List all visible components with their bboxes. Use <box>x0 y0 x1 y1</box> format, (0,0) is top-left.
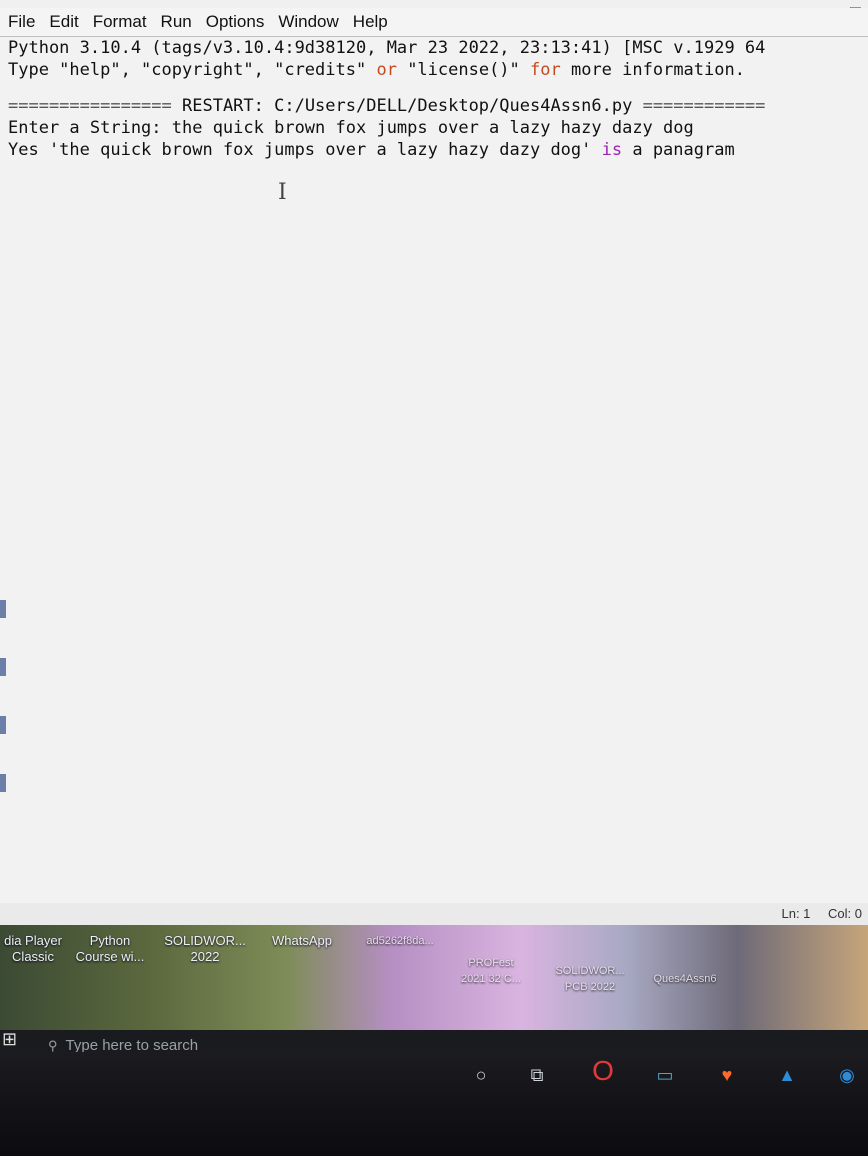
desktop-icon-python-course[interactable]: Python Course wi... <box>70 933 150 965</box>
banner-text: "license()" <box>396 60 531 80</box>
restart-line: ================ RESTART: C:/Users/DELL/… <box>8 95 868 117</box>
desktop-icon-whatsapp[interactable]: WhatsApp <box>262 933 342 949</box>
banner-text: more information. <box>560 60 745 80</box>
banner-text: Type "help", "copyright", "credits" <box>8 60 377 80</box>
output-line: Yes 'the quick brown fox jumps over a la… <box>8 139 868 161</box>
output-text: a panagram <box>622 140 735 160</box>
start-icon[interactable]: ⊞ <box>2 1029 17 1050</box>
desktop-icon-solidworks[interactable]: SOLIDWOR... 2022 <box>160 933 250 965</box>
idle-shell-window: — ☐ File Edit Format Run Options Window … <box>0 0 868 925</box>
restart-rule-left: ================ <box>8 96 172 116</box>
chat-icon[interactable]: ◉ <box>834 1062 860 1088</box>
cortana-icon[interactable]: ○ <box>468 1062 494 1088</box>
desktop-icon-profest[interactable]: PROFest 2021 32 C... <box>448 955 534 987</box>
banner-line: Python 3.10.4 (tags/v3.10.4:9d38120, Mar… <box>8 38 766 58</box>
desktop-wallpaper: dia Player Classic Python Course wi... S… <box>0 925 868 1030</box>
keyword-or: or <box>376 60 397 80</box>
menu-bar: File Edit Format Run Options Window Help <box>0 8 868 36</box>
status-col: Col: 0 <box>828 906 862 921</box>
text-cursor-icon: I <box>278 180 287 205</box>
opera-icon[interactable]: O <box>590 1055 616 1086</box>
task-view-icon[interactable]: ⧉ <box>524 1062 550 1088</box>
status-line: Ln: 1 <box>781 906 811 921</box>
desktop-icon-solidworks-pcb[interactable]: SOLIDWOR... PCB 2022 <box>540 963 640 995</box>
left-window-edge <box>0 600 8 920</box>
keyword-for: for <box>530 60 561 80</box>
brave-icon[interactable]: ♥ <box>714 1062 740 1088</box>
menu-edit[interactable]: Edit <box>49 12 78 32</box>
status-bar: Ln: 1 Col: 0 <box>0 903 868 925</box>
menu-window[interactable]: Window <box>278 12 338 32</box>
restart-rule-right: ============ <box>642 96 766 116</box>
folder-icon[interactable]: ▭ <box>652 1062 678 1088</box>
banner-help-line: Type "help", "copyright", "credits" or "… <box>8 59 868 81</box>
output-text: Yes 'the quick brown fox jumps over a la… <box>8 140 602 160</box>
desktop-icon-ques4assn6[interactable]: Ques4Assn6 <box>640 971 730 987</box>
shell-text-area[interactable]: Python 3.10.4 (tags/v3.10.4:9d38120, Mar… <box>0 36 868 925</box>
menu-help[interactable]: Help <box>353 12 388 32</box>
restart-text: RESTART: C:/Users/DELL/Desktop/Ques4Assn… <box>171 96 643 116</box>
keyword-is: is <box>601 140 623 160</box>
menu-format[interactable]: Format <box>93 12 147 32</box>
search-icon: ⚲ <box>48 1038 58 1053</box>
menu-run[interactable]: Run <box>161 12 192 32</box>
desktop-icon-media-player[interactable]: dia Player Classic <box>0 933 66 965</box>
menu-options[interactable]: Options <box>206 12 265 32</box>
desktop-icon-file[interactable]: ad5262f8da... <box>350 933 450 949</box>
taskbar: ○ ⧉ O ▭ ♥ ▲ ◉ <box>0 1052 868 1156</box>
menu-file[interactable]: File <box>8 12 35 32</box>
input-prompt-line: Enter a String: the quick brown fox jump… <box>8 118 694 138</box>
photos-icon[interactable]: ▲ <box>774 1062 800 1088</box>
